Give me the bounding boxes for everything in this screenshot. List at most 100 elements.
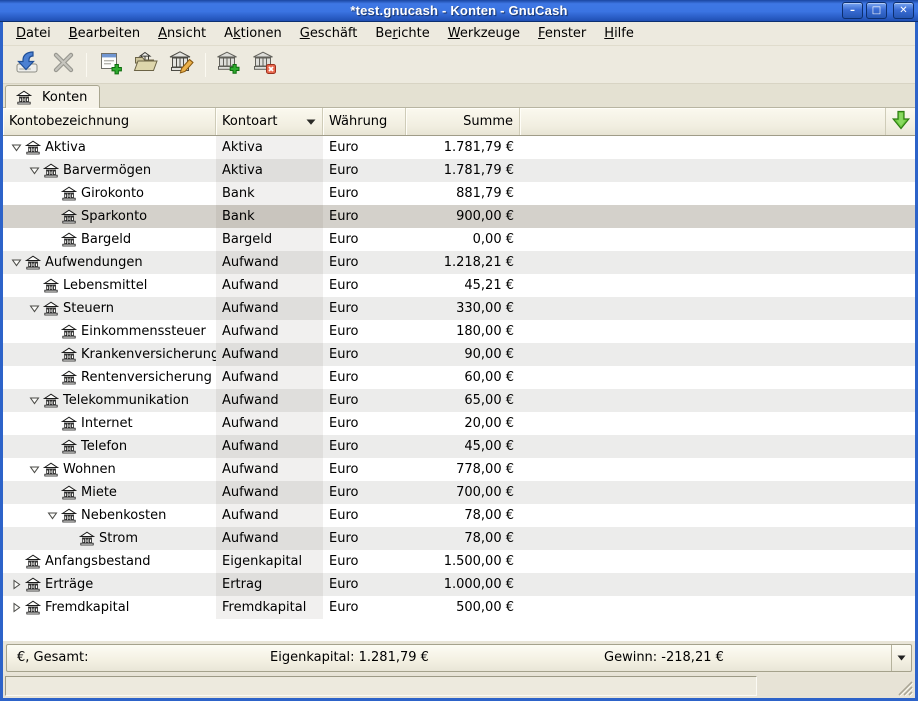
row-filler [520,136,915,159]
account-row-internet[interactable]: InternetAufwandEuro20,00 € [3,412,915,435]
account-row-einkommenssteuer[interactable]: EinkommenssteuerAufwandEuro180,00 € [3,320,915,343]
new-page-button[interactable] [92,49,128,81]
account-total: 1.500,00 € [406,550,520,573]
account-name: Anfangsbestand [45,554,151,569]
status-right-zone [757,676,913,696]
row-filler [520,320,915,343]
account-name: Strom [99,531,138,546]
account-row-barverm-gen[interactable]: BarvermögenAktivaEuro1.781,79 € [3,159,915,182]
account-total: 1.218,21 € [406,251,520,274]
expander-open-icon[interactable] [9,141,23,155]
account-type: Bank [216,205,323,228]
bank-icon [61,440,77,454]
column-header-w-hrung[interactable]: Währung [323,108,406,135]
account-row-bargeld[interactable]: BargeldBargeldEuro0,00 € [3,228,915,251]
account-currency: Euro [323,182,406,205]
maximize-button[interactable]: □ [866,2,887,19]
expander-spacer [45,325,59,339]
menu-berichte[interactable]: Berichte [366,23,438,44]
expander-open-icon[interactable] [27,463,41,477]
resize-grip-icon[interactable] [896,679,913,696]
account-row-krankenversicherung[interactable]: KrankenversicherungAufwandEuro90,00 € [3,343,915,366]
account-row-aktiva[interactable]: AktivaAktivaEuro1.781,79 € [3,136,915,159]
expander-open-icon[interactable] [27,164,41,178]
account-name: Girokonto [81,186,144,201]
window-title: *test.gnucash - Konten - GnuCash [0,3,918,18]
account-row-lebensmittel[interactable]: LebensmittelAufwandEuro45,21 € [3,274,915,297]
expander-closed-icon[interactable] [9,601,23,615]
delete-account-button[interactable] [247,49,283,81]
account-currency: Euro [323,228,406,251]
menu-fenster[interactable]: Fenster [529,23,595,44]
account-row-nebenkosten[interactable]: NebenkostenAufwandEuro78,00 € [3,504,915,527]
account-total: 500,00 € [406,596,520,619]
account-type: Bargeld [216,228,323,251]
row-filler [520,366,915,389]
edit-account-icon [169,50,195,79]
account-name: Einkommenssteuer [81,324,206,339]
account-name: Telefon [81,439,127,454]
account-total: 78,00 € [406,527,520,550]
menu-werkzeuge[interactable]: Werkzeuge [439,23,529,44]
menu-ansicht[interactable]: Ansicht [149,23,215,44]
account-name: Lebensmittel [63,278,147,293]
account-row-ertr-ge[interactable]: ErträgeErtragEuro1.000,00 € [3,573,915,596]
summary-dropdown-button[interactable] [891,645,911,671]
account-row-anfangsbestand[interactable]: AnfangsbestandEigenkapitalEuro1.500,00 € [3,550,915,573]
account-row-telekommunikation[interactable]: TelekommunikationAufwandEuro65,00 € [3,389,915,412]
tab-konten[interactable]: Konten [5,85,100,108]
account-row-telefon[interactable]: TelefonAufwandEuro45,00 € [3,435,915,458]
column-options-button[interactable] [885,108,915,135]
menu-aktionen[interactable]: Aktionen [215,23,291,44]
account-row-aufwendungen[interactable]: AufwendungenAufwandEuro1.218,21 € [3,251,915,274]
account-total: 0,00 € [406,228,520,251]
column-header-summe[interactable]: Summe [406,108,520,135]
account-name: Steuern [63,301,114,316]
bank-icon [61,210,77,224]
open-account-button[interactable] [128,49,164,81]
row-filler [520,297,915,320]
account-row-girokonto[interactable]: GirokontoBankEuro881,79 € [3,182,915,205]
expander-open-icon[interactable] [45,509,59,523]
close-icon [51,50,76,79]
menu-hilfe[interactable]: Hilfe [595,23,643,44]
account-row-rentenversicherung[interactable]: RentenversicherungAufwandEuro60,00 € [3,366,915,389]
close-button[interactable]: ✕ [893,2,914,19]
minimize-button[interactable]: – [842,2,863,19]
account-total: 45,00 € [406,435,520,458]
account-currency: Euro [323,550,406,573]
new-account-button[interactable] [211,49,247,81]
account-row-wohnen[interactable]: WohnenAufwandEuro778,00 € [3,458,915,481]
column-header-kontobezeichnung[interactable]: Kontobezeichnung [3,108,216,135]
expander-open-icon[interactable] [27,302,41,316]
menu-bearbeiten[interactable]: Bearbeiten [60,23,149,44]
account-row-steuern[interactable]: SteuernAufwandEuro330,00 € [3,297,915,320]
account-row-miete[interactable]: MieteAufwandEuro700,00 € [3,481,915,504]
account-type: Aktiva [216,159,323,182]
edit-account-button[interactable] [164,49,200,81]
expander-open-icon[interactable] [27,394,41,408]
menu-datei[interactable]: Datei [7,23,60,44]
account-total: 778,00 € [406,458,520,481]
column-header-kontoart[interactable]: Kontoart [216,108,323,135]
account-name: Aktiva [45,140,86,155]
account-row-strom[interactable]: StromAufwandEuro78,00 € [3,527,915,550]
column-header-label: Kontobezeichnung [9,114,129,129]
expander-open-icon[interactable] [9,256,23,270]
account-currency: Euro [323,389,406,412]
account-name: Miete [81,485,117,500]
save-button[interactable] [9,49,45,81]
account-row-fremdkapital[interactable]: FremdkapitalFremdkapitalEuro500,00 € [3,596,915,619]
titlebar[interactable]: *test.gnucash - Konten - GnuCash – □ ✕ [0,0,918,22]
window-controls: – □ ✕ [842,2,914,19]
account-name: Nebenkosten [81,508,166,523]
menu-gesch-ft[interactable]: Geschäft [291,23,367,44]
account-type: Aufwand [216,527,323,550]
account-row-sparkonto[interactable]: SparkontoBankEuro900,00 € [3,205,915,228]
account-name: Krankenversicherung [81,347,216,362]
tab-bar: Konten [3,84,915,108]
expander-closed-icon[interactable] [9,578,23,592]
expander-spacer [9,555,23,569]
bank-icon [43,279,59,293]
row-filler [520,389,915,412]
